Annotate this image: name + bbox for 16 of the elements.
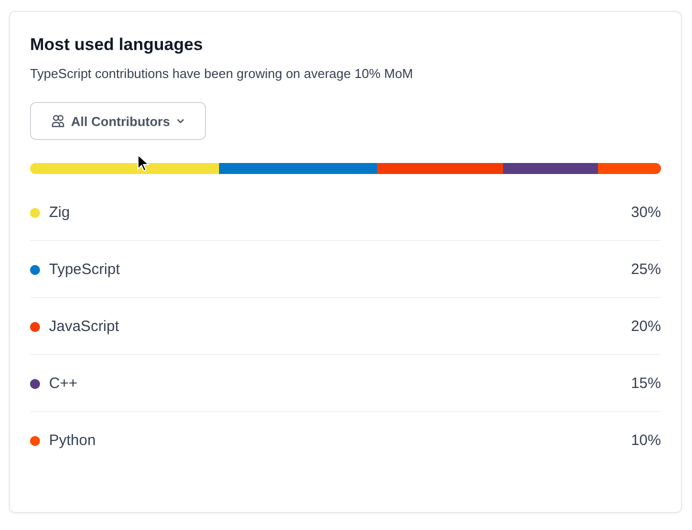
language-percent: 30%: [630, 204, 661, 222]
language-percent: 10%: [630, 432, 661, 450]
contributors-dropdown[interactable]: All Contributors: [30, 102, 206, 140]
language-percent: 15%: [630, 375, 661, 393]
chevron-down-icon: [176, 118, 185, 124]
language-percent: 25%: [630, 261, 661, 279]
card-title: Most used languages: [30, 34, 204, 56]
language-name: TypeScript: [49, 261, 120, 279]
users-icon: [51, 114, 66, 128]
mouse-cursor-icon: [137, 154, 149, 172]
card-subtitle: TypeScript contributions have been growing on average 10% MoM: [30, 65, 414, 83]
language-name: Python: [49, 432, 96, 450]
language-name: C++: [49, 375, 78, 393]
language-name: Zig: [49, 204, 70, 222]
language-percent: 20%: [630, 318, 661, 336]
language-name: JavaScript: [49, 318, 120, 336]
